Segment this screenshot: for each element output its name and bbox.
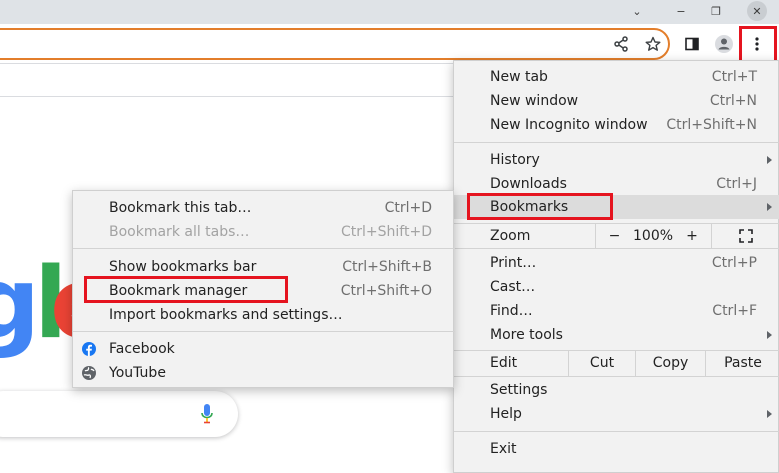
bookmark-item-facebook[interactable]: Facebook [73,337,455,361]
paste-button[interactable]: Paste [705,350,779,376]
maximize-button[interactable]: ❐ [705,1,727,21]
menu-divider [454,431,779,432]
close-icon: ✕ [752,4,762,18]
chrome-menu: New tab Ctrl+T New window Ctrl+N New Inc… [453,60,779,473]
bookmark-manager-highlight [84,276,288,303]
menu-exit[interactable]: Exit [454,437,779,461]
fullscreen-button[interactable] [711,224,779,248]
menu-zoom: Zoom − 100% + [454,224,779,248]
fullscreen-icon [739,229,753,243]
address-bar[interactable] [0,28,670,60]
menu-edit: Edit Cut Copy Paste [454,350,779,376]
bookmarks-item-highlight [467,193,613,220]
menu-cast[interactable]: Cast… [454,275,779,299]
menu-new-tab[interactable]: New tab Ctrl+T [454,65,779,89]
zoom-in-button[interactable]: + [673,224,711,248]
menu-new-incognito[interactable]: New Incognito window Ctrl+Shift+N [454,113,779,137]
chevron-down-icon: ⌄ [632,4,642,18]
close-window-button[interactable]: ✕ [747,1,767,21]
menu-divider [73,331,455,332]
profile-icon[interactable] [712,32,736,56]
restore-icon: ❐ [711,4,721,18]
minimize-icon: − [676,4,686,18]
cut-button[interactable]: Cut [568,350,635,376]
facebook-icon [82,342,96,356]
star-icon[interactable] [641,32,665,56]
menu-divider [454,376,779,377]
menu-more-tools[interactable]: More tools [454,323,779,347]
globe-icon [82,366,96,380]
menu-new-window[interactable]: New window Ctrl+N [454,89,779,113]
menu-divider [73,248,455,249]
share-icon[interactable] [609,32,633,56]
zoom-out-button[interactable]: − [595,224,633,248]
menu-history[interactable]: History [454,148,779,172]
chevron-right-icon [767,410,772,418]
microphone-icon[interactable] [200,403,214,429]
google-search-box[interactable] [0,391,238,437]
zoom-level: 100% [633,228,674,244]
title-bar: ⌄ − ❐ ✕ [0,0,779,24]
menu-bookmark-all-tabs: Bookmark all tabs… Ctrl+Shift+D [109,224,432,240]
chevron-right-icon [767,203,772,211]
minimize-button[interactable]: − [670,1,692,21]
bookmark-item-youtube[interactable]: YouTube [73,361,455,385]
menu-settings[interactable]: Settings [454,378,779,402]
menu-help[interactable]: Help [454,402,779,426]
menu-divider [454,248,779,249]
menu-import-bookmarks[interactable]: Import bookmarks and settings… [73,303,455,327]
copy-button[interactable]: Copy [635,350,705,376]
chevron-right-icon [767,156,772,164]
side-panel-icon[interactable] [680,32,704,56]
toolbar [0,24,779,64]
chevron-right-icon [767,331,772,339]
menu-divider [454,142,779,143]
menu-print[interactable]: Print… Ctrl+P [454,251,779,275]
menu-bookmark-this-tab[interactable]: Bookmark this tab… Ctrl+D [73,196,455,220]
browser-window: ⌄ − ❐ ✕ g l e New tab Ctrl+T New window … [0,0,779,473]
tab-search-button[interactable]: ⌄ [626,1,648,21]
menu-find[interactable]: Find… Ctrl+F [454,299,779,323]
